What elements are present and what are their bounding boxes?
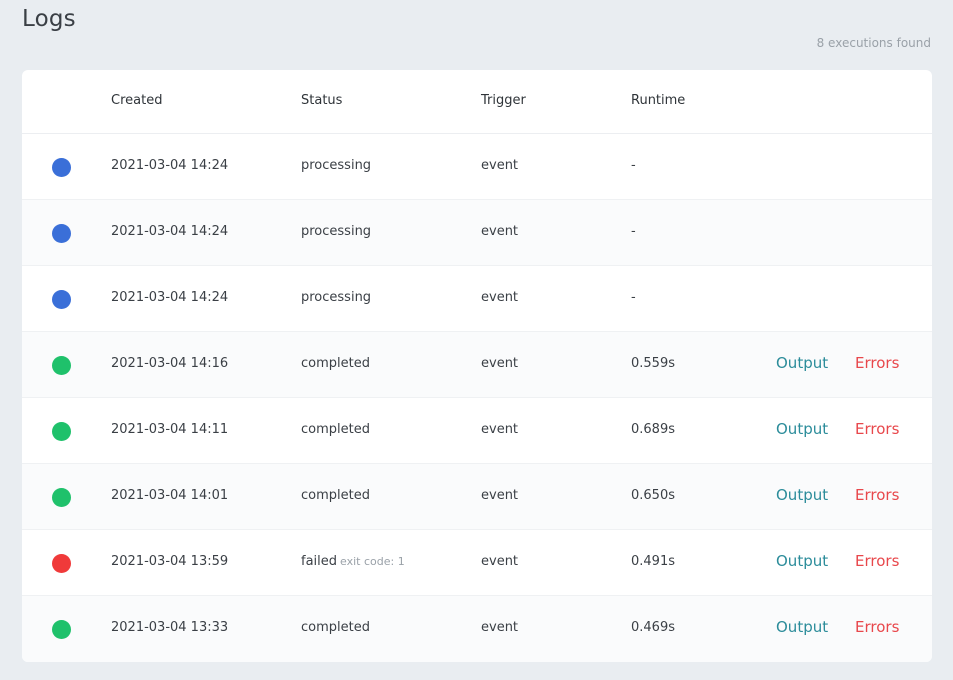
cell-runtime: 0.559s — [631, 356, 675, 371]
output-link[interactable]: Output — [776, 552, 828, 570]
status-dot-icon — [52, 620, 71, 639]
status-dot-icon — [52, 224, 71, 243]
status-text: completed — [301, 620, 370, 635]
errors-link[interactable]: Errors — [855, 420, 899, 438]
cell-runtime: 0.491s — [631, 554, 675, 569]
table-row: 2021-03-04 13:59 failed exit code: 1 event 0… — [22, 530, 932, 596]
cell-created: 2021-03-04 14:16 — [111, 356, 229, 371]
status-dot-icon — [52, 422, 71, 441]
output-link[interactable]: Output — [776, 486, 828, 504]
status-text: processing — [301, 224, 372, 239]
logs-table: Created Status Trigger Runtime 2021-03-0… — [22, 70, 932, 662]
table-body: 2021-03-04 14:24 processing event -2021-03-… — [22, 134, 932, 662]
cell-created: 2021-03-04 13:33 — [111, 620, 229, 635]
cell-trigger: event — [481, 488, 519, 503]
errors-link[interactable]: Errors — [855, 618, 899, 636]
cell-runtime: - — [631, 290, 636, 305]
status-text: processing — [301, 158, 372, 173]
status-text: completed — [301, 488, 370, 503]
header-trigger: Trigger — [481, 93, 526, 108]
errors-link[interactable]: Errors — [855, 354, 899, 372]
errors-link[interactable]: Errors — [855, 552, 899, 570]
table-header: Created Status Trigger Runtime — [22, 70, 932, 134]
cell-created: 2021-03-04 14:24 — [111, 290, 229, 305]
cell-runtime: 0.650s — [631, 488, 675, 503]
status-dot-icon — [52, 554, 71, 573]
table-row: 2021-03-04 14:24 processing event - — [22, 266, 932, 332]
logs-page: Logs 8 executions found Created Status T… — [0, 0, 953, 680]
header-created: Created — [111, 93, 163, 108]
table-row: 2021-03-04 14:16 completed event 0.559s Outp… — [22, 332, 932, 398]
status-text: failed — [301, 554, 338, 569]
executions-count: 8 executions found — [816, 36, 931, 50]
table-row: 2021-03-04 14:01 completed event 0.650s Outp… — [22, 464, 932, 530]
cell-trigger: event — [481, 620, 519, 635]
cell-created: 2021-03-04 14:24 — [111, 158, 229, 173]
cell-runtime: - — [631, 158, 636, 173]
cell-status: completed — [301, 620, 373, 635]
cell-status: processing — [301, 224, 374, 239]
table-row: 2021-03-04 13:33 completed event 0.469s Outp… — [22, 596, 932, 662]
status-dot-icon — [52, 356, 71, 375]
status-text: completed — [301, 356, 370, 371]
cell-trigger: event — [481, 290, 519, 305]
cell-runtime: 0.469s — [631, 620, 675, 635]
output-link[interactable]: Output — [776, 618, 828, 636]
cell-created: 2021-03-04 14:24 — [111, 224, 229, 239]
cell-trigger: event — [481, 224, 519, 239]
status-dot-icon — [52, 488, 71, 507]
cell-created: 2021-03-04 14:11 — [111, 422, 229, 437]
cell-created: 2021-03-04 14:01 — [111, 488, 229, 503]
errors-link[interactable]: Errors — [855, 486, 899, 504]
cell-created: 2021-03-04 13:59 — [111, 554, 229, 569]
status-text: completed — [301, 422, 370, 437]
status-dot-icon — [52, 158, 71, 177]
table-row: 2021-03-04 14:24 processing event - — [22, 200, 932, 266]
cell-runtime: 0.689s — [631, 422, 675, 437]
cell-status: completed — [301, 422, 373, 437]
cell-status: completed — [301, 488, 373, 503]
cell-trigger: event — [481, 158, 519, 173]
cell-status: failed exit code: 1 — [301, 554, 405, 569]
status-text: processing — [301, 290, 372, 305]
status-dot-icon — [52, 290, 71, 309]
cell-status: completed — [301, 356, 373, 371]
cell-status: processing — [301, 158, 374, 173]
cell-trigger: event — [481, 554, 519, 569]
table-row: 2021-03-04 14:11 completed event 0.689s Outp… — [22, 398, 932, 464]
header-runtime: Runtime — [631, 93, 686, 108]
cell-trigger: event — [481, 422, 519, 437]
output-link[interactable]: Output — [776, 420, 828, 438]
page-title: Logs — [22, 6, 76, 32]
cell-trigger: event — [481, 356, 519, 371]
output-link[interactable]: Output — [776, 354, 828, 372]
exit-code: exit code: 1 — [340, 555, 405, 568]
cell-runtime: - — [631, 224, 636, 239]
cell-status: processing — [301, 290, 374, 305]
header-status: Status — [301, 93, 343, 108]
table-row: 2021-03-04 14:24 processing event - — [22, 134, 932, 200]
